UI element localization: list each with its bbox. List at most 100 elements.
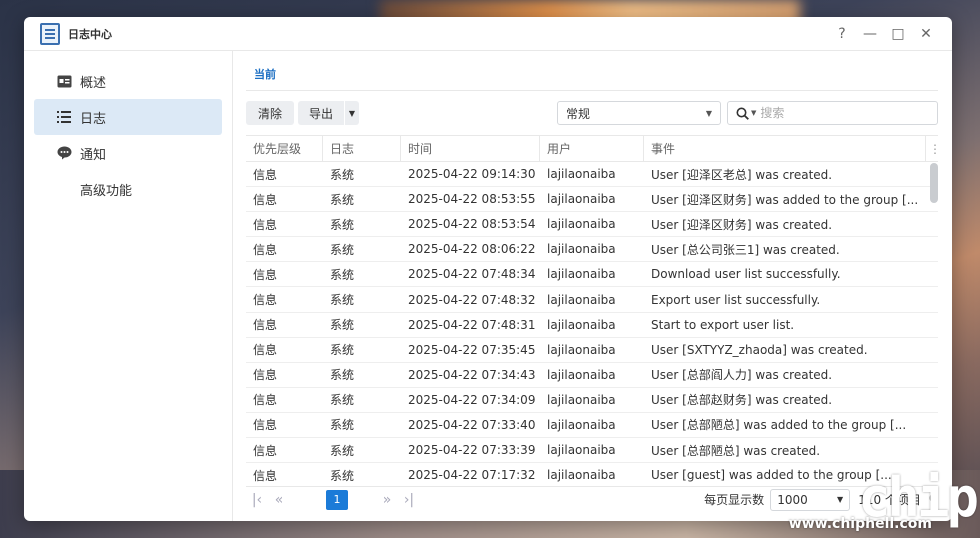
tab-current[interactable]: 当前 — [246, 66, 284, 90]
table-cell: Start to export user list. — [651, 317, 795, 332]
minimize-icon[interactable]: — — [856, 26, 884, 42]
sidebar-item-advanced[interactable]: 高级功能 — [34, 171, 222, 207]
table-cell: 信息 — [253, 267, 278, 282]
search-input[interactable] — [760, 106, 911, 120]
list-icon — [56, 109, 72, 125]
column-header-event[interactable]: 事件 — [644, 136, 926, 161]
table-cell: lajilaonaiba — [547, 242, 616, 257]
search-icon[interactable] — [736, 107, 749, 120]
help-icon[interactable]: ? — [828, 26, 856, 42]
sidebar-item-label: 高级功能 — [80, 183, 133, 199]
table-cell: 信息 — [253, 293, 278, 308]
table-row[interactable]: 信息 系统 2025-04-22 07:48:32 lajilaonaiba Expor… — [246, 287, 938, 313]
sidebar: 概述 日志 通知 高级功能 — [24, 51, 233, 521]
table-cell: 2025-04-22 07:34:43 — [408, 367, 536, 382]
export-button[interactable]: 导出 — [298, 101, 344, 125]
table-cell: 信息 — [253, 443, 278, 458]
column-header-log[interactable]: 日志 — [323, 136, 401, 161]
caret-down-icon[interactable]: ▼ — [751, 109, 756, 117]
sidebar-item-notification[interactable]: 通知 — [34, 135, 222, 171]
table-cell: User [总部阎人力] was created. — [651, 368, 833, 383]
table-row[interactable]: 信息 系统 2025-04-22 08:53:54 lajilaonaiba User … — [246, 212, 938, 238]
prev-page-icon[interactable]: « — [268, 492, 290, 508]
table-cell: 2025-04-22 07:17:32 — [408, 468, 536, 483]
column-header-user[interactable]: 用户 — [540, 136, 644, 161]
table-cell: lajilaonaiba — [547, 192, 616, 207]
export-dropdown-button[interactable]: ▼ — [345, 101, 359, 125]
table-cell: lajilaonaiba — [547, 367, 616, 382]
last-page-icon[interactable]: ›| — [398, 492, 420, 508]
sidebar-item-overview[interactable]: 概述 — [34, 63, 222, 99]
table-cell: lajilaonaiba — [547, 342, 616, 357]
table-cell: 2025-04-22 07:48:34 — [408, 267, 536, 282]
table-cell: 2025-04-22 09:14:30 — [408, 167, 536, 182]
table-row[interactable]: 信息 系统 2025-04-22 07:34:09 lajilaonaiba User … — [246, 388, 938, 413]
caret-down-icon: ▼ — [348, 108, 356, 118]
overview-icon — [56, 73, 72, 89]
table-cell: User [总公司张三1] was created. — [651, 242, 840, 257]
table-cell: User [迎泽区老总] was created. — [651, 167, 833, 182]
caret-down-icon: ▼ — [705, 108, 712, 118]
next-page-icon[interactable]: » — [376, 492, 398, 508]
maximize-icon[interactable]: □ — [884, 26, 912, 42]
table-row[interactable]: 信息 系统 2025-04-22 07:48:34 lajilaonaiba Downl… — [246, 262, 938, 288]
table-row[interactable]: 信息 系统 2025-04-22 07:33:39 lajilaonaiba User … — [246, 438, 938, 464]
table-row[interactable]: 信息 系统 2025-04-22 07:48:31 lajilaonaiba Start… — [246, 313, 938, 338]
site-watermark: chip www.chiphell.com — [788, 471, 979, 533]
table-cell: 系统 — [330, 217, 355, 232]
table-cell: 2025-04-22 07:33:39 — [408, 443, 536, 458]
table-cell: 2025-04-22 08:53:55 — [408, 192, 536, 207]
column-header-time[interactable]: 时间 — [401, 136, 540, 161]
table-row[interactable]: 信息 系统 2025-04-22 07:33:40 lajilaonaiba User … — [246, 413, 938, 439]
table-row[interactable]: 信息 系统 2025-04-22 09:14:30 lajilaonaiba User … — [246, 162, 938, 188]
table-cell: User [迎泽区财务] was added to the group [... — [651, 192, 919, 207]
table-cell: 2025-04-22 08:06:22 — [408, 242, 536, 257]
table-cell: 2025-04-22 07:48:31 — [408, 317, 536, 332]
table-cell: 2025-04-22 07:35:45 — [408, 342, 536, 357]
titlebar: 日志中心 ? — □ ✕ — [24, 17, 952, 51]
window-controls: ? — □ ✕ — [828, 26, 940, 42]
sidebar-item-label: 日志 — [80, 111, 107, 127]
log-filter-select[interactable]: 常规 ▼ — [557, 101, 721, 125]
clear-button[interactable]: 清除 — [246, 101, 294, 125]
table-cell: lajilaonaiba — [547, 292, 616, 307]
table-cell: 系统 — [330, 443, 355, 458]
table-cell: User [总部赵财务] was created. — [651, 393, 833, 408]
watermark-url: www.chiphell.com — [788, 516, 932, 532]
table-cell: 2025-04-22 07:34:09 — [408, 392, 536, 407]
column-menu-icon[interactable]: ⋮ — [926, 136, 941, 161]
table-row[interactable]: 信息 系统 2025-04-22 08:53:55 lajilaonaiba User … — [246, 187, 938, 213]
table-cell: 信息 — [253, 217, 278, 232]
tab-bar: 当前 — [246, 51, 938, 91]
column-header-priority[interactable]: 优先层级 — [246, 136, 323, 161]
close-icon[interactable]: ✕ — [912, 26, 940, 42]
table-cell: 信息 — [253, 343, 278, 358]
table-cell: 系统 — [330, 418, 355, 433]
sidebar-item-label: 通知 — [80, 147, 107, 163]
table-cell: 系统 — [330, 468, 355, 483]
table-cell: lajilaonaiba — [547, 468, 616, 483]
table-cell: Download user list successfully. — [651, 267, 841, 282]
table-cell: 系统 — [330, 192, 355, 207]
table-cell: 系统 — [330, 318, 355, 333]
log-filter-value: 常规 — [566, 106, 591, 121]
search-box: ▼ — [727, 101, 938, 125]
table-cell: 系统 — [330, 267, 355, 282]
table-row[interactable]: 信息 系统 2025-04-22 07:35:45 lajilaonaiba User … — [246, 338, 938, 363]
table-row[interactable]: 信息 系统 2025-04-22 08:06:22 lajilaonaiba User … — [246, 237, 938, 263]
table-cell: 信息 — [253, 318, 278, 333]
table-cell: 系统 — [330, 343, 355, 358]
first-page-icon[interactable]: |‹ — [246, 492, 268, 508]
table-cell: User [总部陋总] was added to the group [... — [651, 418, 907, 433]
table-row[interactable]: 信息 系统 2025-04-22 07:34:43 lajilaonaiba User … — [246, 363, 938, 388]
table-cell: User [总部陋总] was created. — [651, 443, 821, 458]
page-number-button[interactable]: 1 — [326, 489, 348, 510]
table-cell: 2025-04-22 08:53:54 — [408, 217, 536, 232]
table-body: 信息 系统 2025-04-22 09:14:30 lajilaonaiba User … — [246, 162, 938, 486]
window-title: 日志中心 — [68, 27, 112, 41]
sidebar-item-log[interactable]: 日志 — [34, 99, 222, 135]
scrollbar-thumb[interactable] — [930, 163, 938, 203]
table-cell: lajilaonaiba — [547, 443, 616, 458]
table-cell: lajilaonaiba — [547, 417, 616, 432]
table-cell: 信息 — [253, 242, 278, 257]
